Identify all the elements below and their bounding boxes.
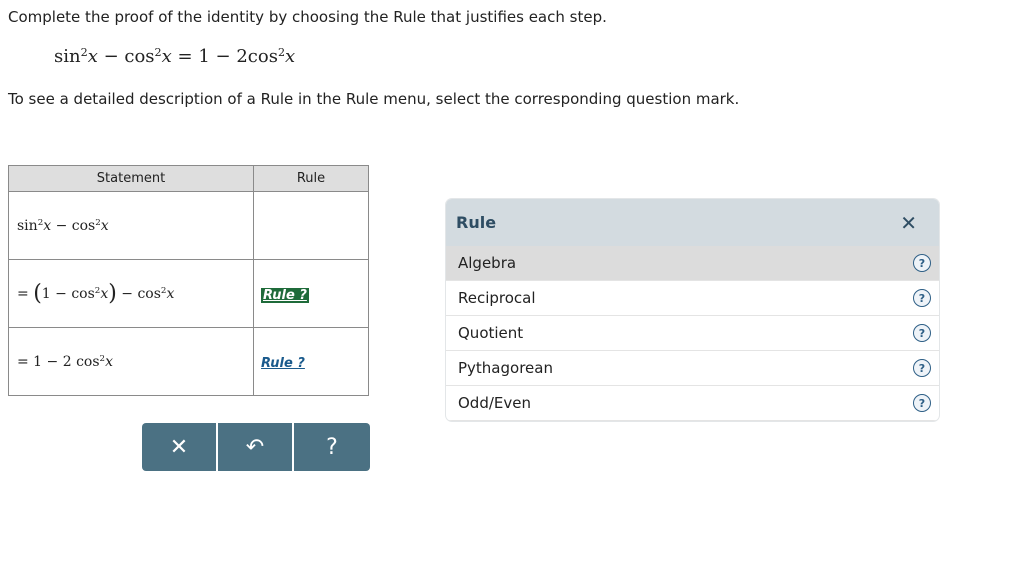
identity-exp-c: 2	[277, 45, 286, 59]
stmt-text: 1 − cos	[41, 286, 95, 302]
undo-button[interactable]: ↶	[218, 423, 292, 471]
stmt-var: x	[43, 217, 52, 234]
rule-item-label: Quotient	[458, 324, 524, 342]
help-button[interactable]: ?	[294, 423, 370, 471]
rule-item-reciprocal[interactable]: Reciprocal ?	[446, 281, 939, 316]
rule-item-pythagorean[interactable]: Pythagorean ?	[446, 351, 939, 386]
identity-cos: cos	[124, 46, 155, 67]
answer-toolbar: ✕ ↶ ?	[142, 423, 370, 471]
rule-menu: Rule ✕ Algebra ? Reciprocal ? Quotient ?…	[446, 199, 939, 421]
rule-item-algebra[interactable]: Algebra ?	[446, 246, 939, 281]
proof-row-3: = 1 − 2 cos2x Rule ?	[8, 327, 369, 396]
identity-exp-b: 2	[154, 45, 162, 59]
identity-minus: −	[97, 46, 125, 67]
stmt-text: =	[17, 286, 34, 302]
rule-menu-title: Rule	[456, 213, 497, 232]
rule-item-quotient[interactable]: Quotient ?	[446, 316, 939, 351]
instructions-line-2: To see a detailed description of a Rule …	[8, 90, 740, 108]
rule-item-odd-even[interactable]: Odd/Even ?	[446, 386, 939, 421]
stmt-text: sin	[17, 217, 38, 234]
question-icon: ?	[326, 434, 338, 460]
proof-row-1: sin2x − cos2x	[8, 191, 369, 260]
help-icon[interactable]: ?	[913, 324, 931, 342]
stmt-text: = 1 − 2 cos	[17, 353, 100, 370]
statement-cell[interactable]: sin2x − cos2x	[8, 191, 254, 260]
statement-cell[interactable]: = (1 − cos2x) − cos2x	[8, 259, 254, 328]
identity-exp-a: 2	[80, 45, 88, 59]
rule-header: Rule	[253, 165, 369, 192]
instructions-line-1: Complete the proof of the identity by ch…	[8, 8, 607, 26]
proof-table: Statement Rule sin2x − cos2x = (1 − cos2…	[8, 165, 369, 396]
identity-sin: sin	[54, 46, 81, 67]
statement-cell[interactable]: = 1 − 2 cos2x	[8, 327, 254, 396]
identity-equation: sin2x − cos2x = 1 − 2cos2x	[54, 46, 295, 67]
close-icon[interactable]: ✕	[900, 211, 917, 235]
help-icon[interactable]: ?	[913, 359, 931, 377]
statement-header: Statement	[8, 165, 254, 192]
stmt-paren: )	[108, 281, 117, 306]
help-icon[interactable]: ?	[913, 254, 931, 272]
identity-var-a: x	[87, 46, 98, 67]
stmt-text: − cos	[51, 217, 96, 234]
rule-item-label: Algebra	[458, 254, 517, 272]
identity-var-b: x	[161, 46, 172, 67]
identity-var-c: x	[285, 46, 296, 67]
stmt-var: x	[105, 353, 113, 370]
help-icon[interactable]: ?	[913, 289, 931, 307]
proof-row-2: = (1 − cos2x) − cos2x Rule ?	[8, 259, 369, 328]
undo-icon: ↶	[245, 434, 265, 460]
rule-link-3[interactable]: Rule ?	[261, 356, 305, 371]
stmt-var: x	[166, 286, 175, 302]
stmt-text: − cos	[116, 286, 161, 302]
rule-item-label: Reciprocal	[458, 289, 536, 307]
proof-table-header: Statement Rule	[8, 165, 369, 192]
rule-cell[interactable]: Rule ?	[253, 327, 369, 396]
clear-button[interactable]: ✕	[142, 423, 216, 471]
rule-item-label: Pythagorean	[458, 359, 553, 377]
stmt-paren: (	[33, 281, 42, 306]
rule-item-label: Odd/Even	[458, 394, 531, 412]
close-icon: ✕	[169, 434, 189, 460]
rule-link-2[interactable]: Rule ?	[261, 288, 309, 303]
stmt-var: x	[100, 217, 109, 234]
rule-menu-header: Rule ✕	[446, 199, 939, 246]
rule-cell[interactable]: Rule ?	[253, 259, 369, 328]
identity-equals: =	[171, 46, 199, 67]
rule-cell[interactable]	[253, 191, 369, 260]
identity-right: 1 − 2cos	[198, 46, 278, 67]
help-icon[interactable]: ?	[913, 394, 931, 412]
